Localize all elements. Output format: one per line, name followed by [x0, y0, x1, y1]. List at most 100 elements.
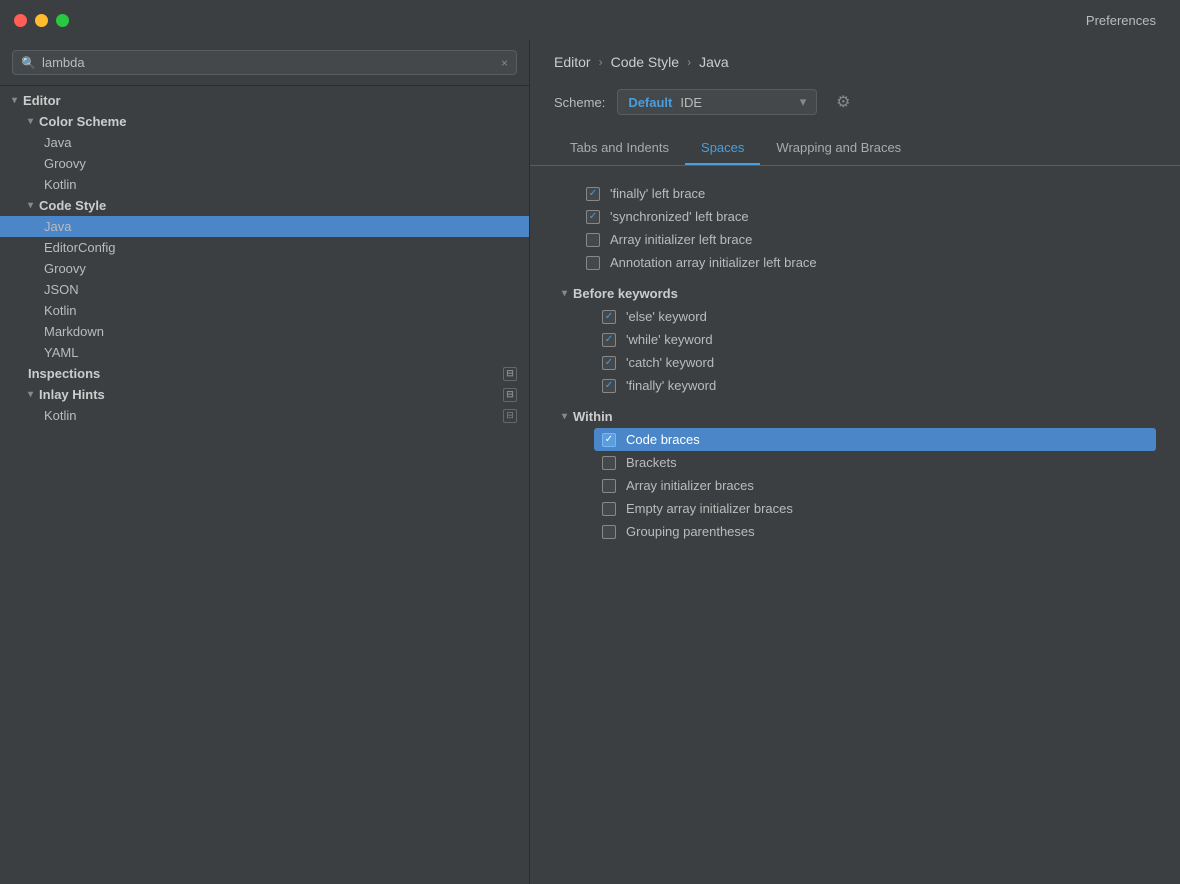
within-label: Within [573, 409, 613, 424]
sidebar-item-label: Color Scheme [39, 114, 126, 129]
inlay-hints-badge-icon: ⊟ [503, 388, 517, 402]
minimize-button[interactable] [35, 14, 48, 27]
scheme-value-normal: IDE [680, 95, 702, 110]
brackets-checkbox[interactable] [602, 456, 616, 470]
code-braces-row[interactable]: Code braces [594, 428, 1156, 451]
synchronized-left-brace-checkbox[interactable] [586, 210, 600, 224]
else-keyword-row[interactable]: 'else' keyword [594, 305, 1156, 328]
breadcrumb: Editor › Code Style › Java [530, 40, 1180, 80]
search-input[interactable] [42, 55, 495, 70]
catch-keyword-checkbox[interactable] [602, 356, 616, 370]
chevron-down-icon: ▾ [28, 200, 33, 211]
sidebar-item-inlay-hints[interactable]: ▾ Inlay Hints ⊟ [0, 384, 529, 405]
sidebar-item-json-cs[interactable]: JSON [0, 279, 529, 300]
chevron-down-icon: ▾ [12, 95, 17, 106]
finally-keyword-row[interactable]: 'finally' keyword [594, 374, 1156, 397]
synchronized-left-brace-row[interactable]: 'synchronized' left brace [578, 205, 1156, 228]
finally-left-brace-row[interactable]: 'finally' left brace [578, 182, 1156, 205]
before-left-brace-group: 'finally' left brace 'synchronized' left… [554, 182, 1156, 274]
sidebar-item-yaml-cs[interactable]: YAML [0, 342, 529, 363]
chevron-down-icon: ▾ [28, 116, 33, 127]
empty-array-init-row[interactable]: Empty array initializer braces [594, 497, 1156, 520]
array-init-left-brace-label: Array initializer left brace [610, 232, 752, 247]
close-button[interactable] [14, 14, 27, 27]
brackets-row[interactable]: Brackets [594, 451, 1156, 474]
sidebar-item-code-style[interactable]: ▾ Code Style [0, 195, 529, 216]
chevron-down-icon: ▾ [562, 288, 567, 299]
breadcrumb-code-style: Code Style [611, 54, 679, 70]
annotation-array-init-left-brace-row[interactable]: Annotation array initializer left brace [578, 251, 1156, 274]
sidebar-item-label: Markdown [44, 324, 104, 339]
else-keyword-label: 'else' keyword [626, 309, 707, 324]
code-braces-label: Code braces [626, 432, 700, 447]
else-keyword-checkbox[interactable] [602, 310, 616, 324]
sidebar-item-label: Inspections [28, 366, 100, 381]
sidebar-item-editor[interactable]: ▾ Editor [0, 90, 529, 111]
before-keywords-group: 'else' keyword 'while' keyword 'catch' k… [554, 305, 1156, 397]
sidebar-item-color-scheme[interactable]: ▾ Color Scheme [0, 111, 529, 132]
array-init-braces-checkbox[interactable] [602, 479, 616, 493]
tabs-bar: Tabs and Indents Spaces Wrapping and Bra… [530, 132, 1180, 166]
while-keyword-label: 'while' keyword [626, 332, 713, 347]
sidebar-item-kotlin-ih[interactable]: Kotlin ⊟ [0, 405, 529, 426]
array-init-braces-row[interactable]: Array initializer braces [594, 474, 1156, 497]
breadcrumb-separator-1: › [599, 55, 603, 69]
chevron-down-icon: ▾ [28, 389, 33, 400]
content-area: 'finally' left brace 'synchronized' left… [530, 166, 1180, 884]
sidebar-item-java-color[interactable]: Java [0, 132, 529, 153]
kotlin-ih-badge-icon: ⊟ [503, 409, 517, 423]
sidebar-item-label: JSON [44, 282, 79, 297]
sidebar-item-markdown-cs[interactable]: Markdown [0, 321, 529, 342]
sidebar-item-kotlin-cs[interactable]: Kotlin [0, 300, 529, 321]
empty-array-init-checkbox[interactable] [602, 502, 616, 516]
grouping-parens-label: Grouping parentheses [626, 524, 755, 539]
while-keyword-checkbox[interactable] [602, 333, 616, 347]
sidebar-item-java-cs[interactable]: Java [0, 216, 529, 237]
title-bar: Preferences [0, 0, 1180, 40]
search-bar: 🔍 × [0, 40, 529, 86]
within-group: Code braces Brackets Array initializer b… [554, 428, 1156, 543]
finally-keyword-checkbox[interactable] [602, 379, 616, 393]
before-keywords-header: ▾ Before keywords [554, 278, 1156, 305]
tab-wrapping-braces[interactable]: Wrapping and Braces [760, 132, 917, 165]
maximize-button[interactable] [56, 14, 69, 27]
inspections-badge-icon: ⊟ [503, 367, 517, 381]
scheme-dropdown[interactable]: Default IDE ▾ [617, 89, 817, 115]
finally-left-brace-checkbox[interactable] [586, 187, 600, 201]
breadcrumb-editor: Editor [554, 54, 591, 70]
right-panel: Editor › Code Style › Java Scheme: Defau… [530, 40, 1180, 884]
grouping-parens-checkbox[interactable] [602, 525, 616, 539]
grouping-parens-row[interactable]: Grouping parentheses [594, 520, 1156, 543]
main-content: 🔍 × ▾ Editor ▾ Color Scheme Jav [0, 40, 1180, 884]
sidebar-item-groovy-color[interactable]: Groovy [0, 153, 529, 174]
sidebar-item-label: Groovy [44, 156, 86, 171]
search-input-wrapper[interactable]: 🔍 × [12, 50, 517, 75]
array-init-left-brace-row[interactable]: Array initializer left brace [578, 228, 1156, 251]
brackets-label: Brackets [626, 455, 677, 470]
sidebar-item-label: Java [44, 135, 71, 150]
sidebar-item-label: Code Style [39, 198, 106, 213]
sidebar-item-kotlin-color[interactable]: Kotlin [0, 174, 529, 195]
gear-button[interactable]: ⚙ [829, 88, 857, 116]
chevron-down-icon: ▾ [800, 94, 807, 110]
chevron-down-icon: ▾ [562, 411, 567, 422]
sidebar-tree: ▾ Editor ▾ Color Scheme Java Groovy Kotl… [0, 86, 529, 884]
sidebar-item-editorconfig[interactable]: EditorConfig [0, 237, 529, 258]
while-keyword-row[interactable]: 'while' keyword [594, 328, 1156, 351]
sidebar-item-label: YAML [44, 345, 78, 360]
tab-spaces[interactable]: Spaces [685, 132, 760, 165]
clear-search-button[interactable]: × [501, 56, 508, 70]
window-title: Preferences [77, 13, 1166, 28]
array-init-left-brace-checkbox[interactable] [586, 233, 600, 247]
synchronized-left-brace-label: 'synchronized' left brace [610, 209, 749, 224]
array-init-braces-label: Array initializer braces [626, 478, 754, 493]
within-header: ▾ Within [554, 401, 1156, 428]
breadcrumb-separator-2: › [687, 55, 691, 69]
sidebar-item-inspections[interactable]: Inspections ⊟ [0, 363, 529, 384]
sidebar-item-groovy-cs[interactable]: Groovy [0, 258, 529, 279]
code-braces-checkbox[interactable] [602, 433, 616, 447]
annotation-array-init-left-brace-checkbox[interactable] [586, 256, 600, 270]
scheme-value-bold: Default [628, 95, 672, 110]
catch-keyword-row[interactable]: 'catch' keyword [594, 351, 1156, 374]
tab-tabs-indents[interactable]: Tabs and Indents [554, 132, 685, 165]
